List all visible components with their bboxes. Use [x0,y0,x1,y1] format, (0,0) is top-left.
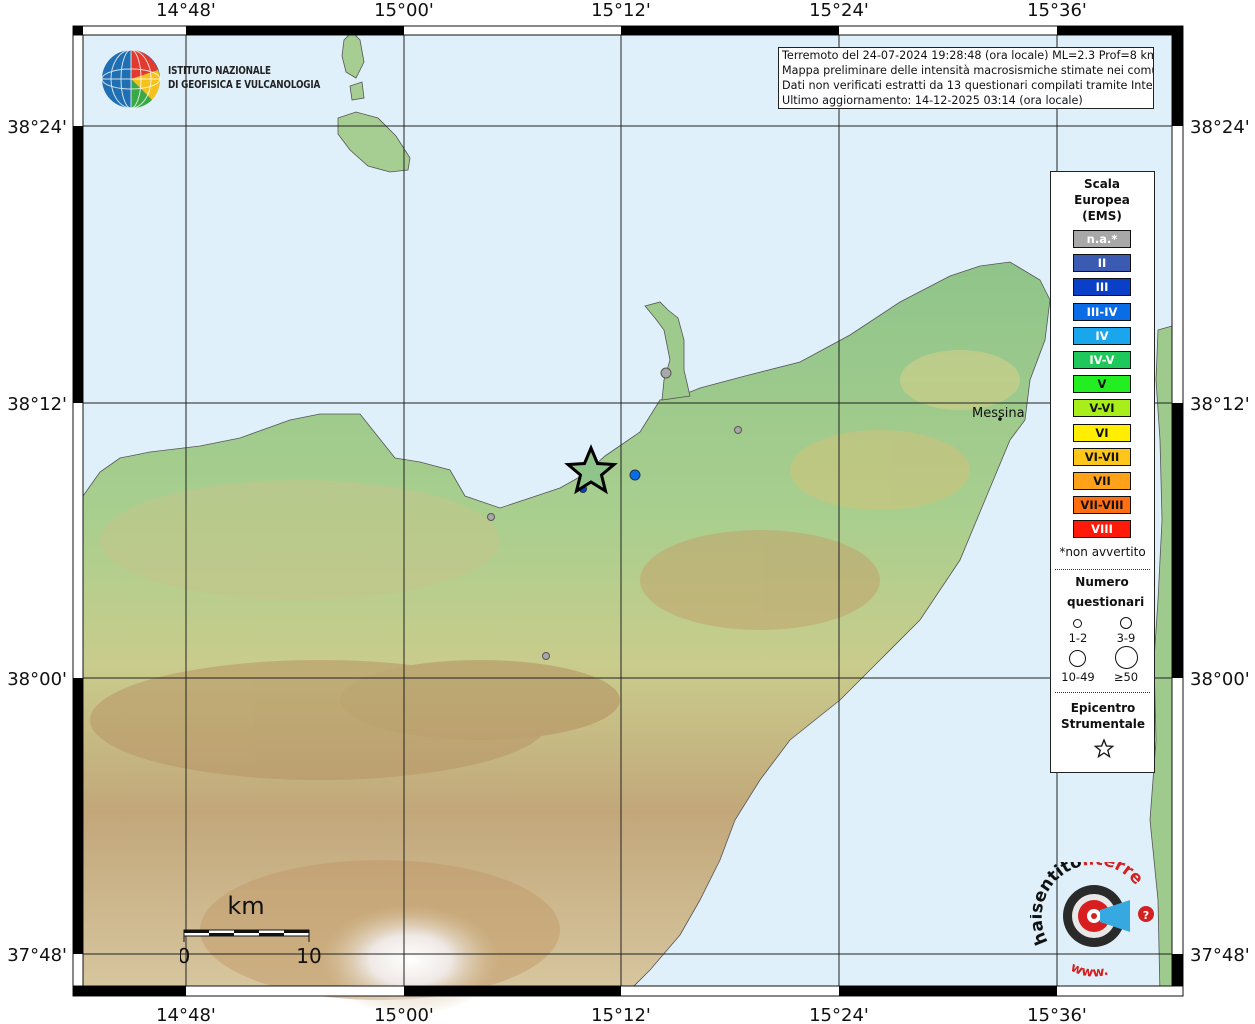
legend-note: *non avvertito [1059,545,1146,559]
etna-summit [320,905,500,1015]
count-label: 1-2 [1068,631,1088,645]
count-circle-medium [1120,617,1132,629]
event-info-line: Ultimo aggiornamento: 14-12-2025 03:14 (… [782,94,1083,107]
obs-point[interactable] [734,426,742,434]
scale-bar: km 0 10 [178,888,330,982]
lon-label: 14°48' [156,1005,216,1024]
lat-label: 38°00' [1190,669,1250,690]
lat-labels-left: 38°24' 38°12' 38°00' 37°48' [7,117,67,966]
count-circle-large [1069,650,1086,667]
lat-label: 37°48' [1190,945,1250,966]
event-info-box: Terremoto del 24-07-2024 19:28:48 (ora l… [778,47,1154,109]
lon-label: 15°24' [809,0,869,21]
lat-label: 37°48' [7,945,67,966]
lat-label: 38°24' [1190,117,1250,138]
ems-swatch: IV [1073,326,1131,345]
ems-swatch: II [1073,254,1131,273]
lat-label: 38°24' [7,117,67,138]
legend-title: Scala Europea (EMS) [1074,177,1130,223]
legend-divider [1055,692,1150,693]
city-label: Messina [972,406,1025,421]
logo-url: www. [1068,960,1110,981]
lon-label: 15°12' [591,1005,651,1024]
count-circle-small [1073,619,1082,628]
ems-swatch: VI [1073,423,1131,442]
ems-swatch: IV-V [1073,351,1131,369]
svg-text:www.: www. [1068,960,1110,981]
scale-unit: km [227,892,264,920]
obs-point[interactable] [542,652,550,660]
svg-text:?: ? [1143,909,1149,922]
legend-divider [1055,569,1150,570]
epicenter-title: Epicentro Strumentale [1060,701,1146,731]
lon-label: 15°12' [591,0,651,21]
count-circle-xlarge [1115,646,1138,669]
lat-label: 38°12' [7,394,67,415]
ingv-logo-icon [101,49,161,109]
count-label: 3-9 [1116,631,1136,645]
event-info-line: Mappa preliminare delle intensità macros… [782,64,1154,77]
lon-labels-top: 14°48' 15°00' 15°12' 15°24' 15°36' [156,0,1087,21]
ems-swatch: III [1073,278,1131,297]
obs-point[interactable] [660,367,672,379]
scale-start: 0 [180,944,190,968]
lon-label: 15°00' [374,0,434,21]
ems-swatch: V [1073,375,1131,394]
ems-swatch: n.a.* [1073,230,1131,248]
lat-label: 38°12' [1190,394,1250,415]
lon-label: 15°36' [1027,1005,1087,1024]
event-info-line: Terremoto del 24-07-2024 19:28:48 (ora l… [782,49,1154,62]
lon-labels-bottom: 14°48' 15°00' 15°12' 15°24' 15°36' [156,1005,1087,1024]
lat-label: 38°00' [7,669,67,690]
lon-label: 14°48' [156,0,216,21]
institute-name: ISTITUTO NAZIONALE DI GEOFISICA E VULCAN… [168,64,320,92]
obs-point[interactable] [629,469,641,481]
count-label: ≥50 [1113,670,1139,684]
scale-end: 10 [296,944,321,968]
lon-label: 15°24' [809,1005,869,1024]
ems-swatch: VI-VII [1073,447,1131,466]
obs-point[interactable] [487,513,495,521]
institute-line2: DI GEOFISICA E VULCANOLOGIA [168,78,321,91]
haisentito-logo[interactable]: haisentitoilterremoto.it www. ? [1021,847,1160,986]
lon-label: 15°36' [1027,0,1087,21]
count-title: Numero questionari [1067,575,1145,609]
count-label: 10-49 [1061,670,1095,684]
event-info-line: Dati non verificati estratti da 13 quest… [782,79,1154,92]
ems-swatch: III-IV [1073,302,1131,321]
epicenter-legend-star-icon [1094,739,1114,759]
lat-labels-right: 38°24' 38°12' 38°00' 37°48' [1190,117,1250,966]
ems-swatch: VIII [1073,520,1131,539]
lon-label: 15°00' [374,1005,434,1024]
institute-line1: ISTITUTO NAZIONALE [168,64,271,77]
ems-swatch: V-VI [1073,399,1131,418]
ems-legend: Scala Europea (EMS) n.a.* II III III-IV IV IV… [1050,171,1155,773]
ems-swatch: VII-VIII [1073,496,1131,515]
ems-swatch: VII [1073,472,1131,490]
